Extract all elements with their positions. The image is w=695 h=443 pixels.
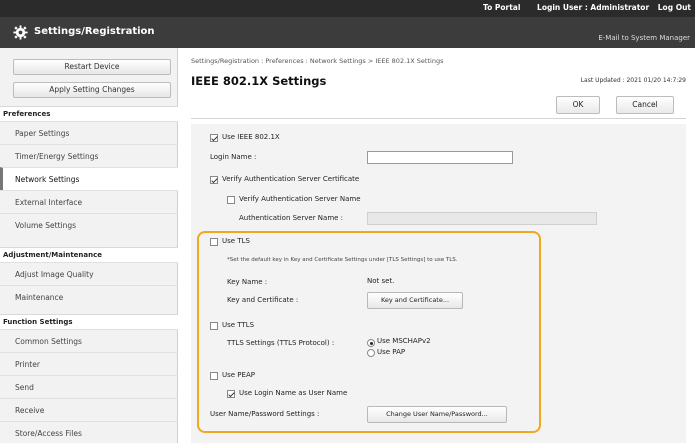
use-peap-checkbox[interactable] [210,372,218,380]
ttls-settings-label: TTLS Settings (TTLS Protocol) : [227,339,335,347]
key-cert-label: Key and Certificate : [227,296,299,304]
page-title: IEEE 802.1X Settings [191,74,327,88]
sidebar-item-common-settings[interactable]: Common Settings [0,329,178,352]
login-name-label: Login Name : [210,153,257,161]
ttls-mschapv2-label: Use MSCHAPv2 [377,337,431,345]
section-function-settings: Function Settings [0,314,178,329]
login-name-input[interactable] [367,151,513,164]
restart-device-button[interactable]: Restart Device [13,59,171,75]
use-ieee-label: Use IEEE 802.1X [222,133,280,141]
sidebar-item-paper-settings[interactable]: Paper Settings [0,121,178,144]
login-user-label: Login User : Administrator [537,3,650,12]
verify-name-checkbox[interactable] [227,196,235,204]
last-updated: Last Updated : 2021 01/20 14:7:29 [580,77,686,84]
logout-link[interactable]: Log Out [658,3,691,12]
gear-icon [13,25,28,40]
top-bar: To Portal Login User : Administrator Log… [0,0,695,17]
sidebar-item-network-settings[interactable]: Network Settings [0,167,178,190]
breadcrumb: Settings/Registration : Preferences : Ne… [191,57,444,65]
sidebar-item-store-access-files[interactable]: Store/Access Files [0,421,178,443]
sidebar: Restart Device Apply Setting Changes Pre… [0,48,178,443]
ttls-pap-radio[interactable] [367,349,375,357]
ttls-mschapv2-radio[interactable] [367,339,375,347]
app-title: Settings/Registration [34,26,155,37]
main-panel: Settings/Registration : Preferences : Ne… [179,48,695,443]
use-ttls-checkbox[interactable] [210,322,218,330]
use-peap-label: Use PEAP [222,371,255,379]
verify-cert-checkbox[interactable] [210,176,218,184]
settings-form: Use IEEE 802.1X Login Name : Verify Auth… [191,124,686,443]
key-and-certificate-button[interactable]: Key and Certificate... [367,292,463,309]
top-links: To Portal Login User : Administrator Log… [469,3,691,12]
to-portal-link[interactable]: To Portal [483,3,520,12]
app-header: Settings/Registration E-Mail to System M… [0,17,695,48]
ttls-pap-label: Use PAP [377,348,406,356]
use-ieee-checkbox[interactable] [210,134,218,142]
verify-name-label: Verify Authentication Server Name [239,195,361,203]
use-login-as-user-label: Use Login Name as User Name [239,389,348,397]
key-name-value: Not set. [367,277,395,285]
use-tls-checkbox[interactable] [210,238,218,246]
divider [191,118,686,119]
email-system-manager-link[interactable]: E-Mail to System Manager [598,34,690,42]
ok-button[interactable]: OK [556,96,600,114]
sidebar-item-maintenance[interactable]: Maintenance [0,285,178,308]
tls-note: *Set the default key in Key and Certific… [227,257,458,263]
sidebar-item-send[interactable]: Send [0,375,178,398]
use-tls-label: Use TLS [222,237,250,245]
section-preferences: Preferences [0,106,178,121]
apply-setting-changes-button[interactable]: Apply Setting Changes [13,82,171,98]
sidebar-item-printer[interactable]: Printer [0,352,178,375]
section-adjustment-maintenance: Adjustment/Maintenance [0,247,178,262]
auth-server-name-label: Authentication Server Name : [239,214,344,222]
sidebar-item-volume-settings[interactable]: Volume Settings [0,213,178,236]
verify-cert-label: Verify Authentication Server Certificate [222,175,360,183]
change-user-password-button[interactable]: Change User Name/Password... [367,406,507,423]
user-pw-settings-label: User Name/Password Settings : [210,410,320,418]
sidebar-item-external-interface[interactable]: External Interface [0,190,178,213]
cancel-button[interactable]: Cancel [616,96,674,114]
sidebar-item-adjust-image-quality[interactable]: Adjust Image Quality [0,262,178,285]
use-login-as-user-checkbox[interactable] [227,390,235,398]
use-ttls-label: Use TTLS [222,321,255,329]
key-name-label: Key Name : [227,278,268,286]
sidebar-item-receive[interactable]: Receive [0,398,178,421]
auth-server-name-input[interactable] [367,212,597,225]
sidebar-item-timer-energy[interactable]: Timer/Energy Settings [0,144,178,167]
